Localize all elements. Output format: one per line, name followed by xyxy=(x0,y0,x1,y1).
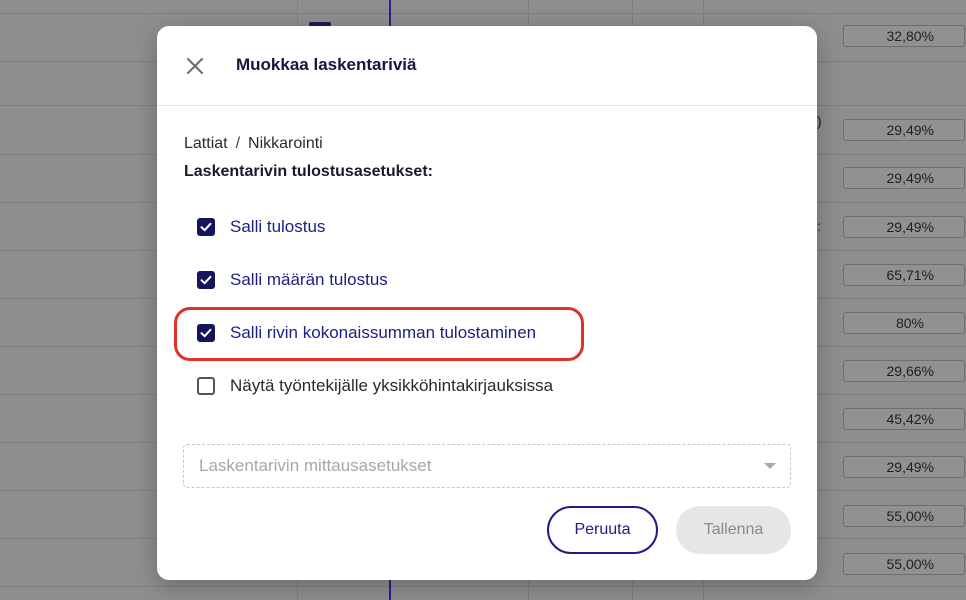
breadcrumb-item: Nikkarointi xyxy=(248,135,323,152)
close-icon xyxy=(187,58,203,74)
percent-cell[interactable]: 80% xyxy=(843,312,965,334)
allow-quantity-print-option[interactable]: Salli määrän tulostus xyxy=(197,268,388,292)
option-label: Salli tulostus xyxy=(230,217,326,236)
percent-cell[interactable]: 55,00% xyxy=(843,505,965,527)
option-label: Näytä työntekijälle yksikköhintakirjauks… xyxy=(230,376,554,395)
show-to-worker-option[interactable]: Näytä työntekijälle yksikköhintakirjauks… xyxy=(197,374,553,398)
section-label: Laskentarivin tulostusasetukset: xyxy=(184,163,433,180)
breadcrumb-separator: / xyxy=(235,135,241,152)
percent-cell[interactable]: 29,49% xyxy=(843,456,965,478)
percent-cell[interactable]: 32,80% xyxy=(843,25,965,47)
dialog-header: Muokkaa laskentariviä xyxy=(157,26,817,106)
option-label: Salli määrän tulostus xyxy=(230,270,388,289)
checkmark-icon xyxy=(200,222,212,232)
edit-row-dialog: Muokkaa laskentariviä Lattiat / Nikkaroint… xyxy=(157,26,817,580)
cell-fragment: ) xyxy=(817,113,822,129)
allow-row-total-print-option[interactable]: Salli rivin kokonaissumman tulostaminen xyxy=(197,321,536,345)
percent-cell[interactable]: 29,66% xyxy=(843,360,965,382)
breadcrumb-item: Lattiat xyxy=(184,135,228,152)
percent-cell[interactable]: 29,49% xyxy=(843,167,965,189)
dialog-title: Muokkaa laskentariviä xyxy=(236,55,417,74)
checkmark-icon xyxy=(200,275,212,285)
select-placeholder: Laskentarivin mittausasetukset xyxy=(199,456,432,475)
allow-print-option[interactable]: Salli tulostus xyxy=(197,215,325,239)
chevron-down-icon xyxy=(764,463,776,469)
percent-cell[interactable]: 29,49% xyxy=(843,216,965,238)
percent-cell[interactable]: 55,00% xyxy=(843,553,965,575)
row-line xyxy=(0,586,966,587)
checkbox-checked[interactable] xyxy=(197,324,215,342)
cell-fragment: : xyxy=(817,218,821,234)
measure-settings-select[interactable]: Laskentarivin mittausasetukset xyxy=(183,444,791,488)
cancel-button[interactable]: Peruuta xyxy=(547,506,658,554)
breadcrumb: Lattiat / Nikkarointi xyxy=(184,135,323,153)
percent-cell[interactable]: 29,49% xyxy=(843,119,965,141)
percent-cell[interactable]: 65,71% xyxy=(843,264,965,286)
checkbox-checked[interactable] xyxy=(197,271,215,289)
option-label: Salli rivin kokonaissumman tulostaminen xyxy=(230,323,537,342)
checkbox-unchecked[interactable] xyxy=(197,377,215,395)
checkmark-icon xyxy=(200,328,212,338)
row-line xyxy=(0,13,966,14)
percent-cell[interactable]: 45,42% xyxy=(843,408,965,430)
checkbox-checked[interactable] xyxy=(197,218,215,236)
save-button[interactable]: Tallenna xyxy=(676,506,791,554)
close-button[interactable] xyxy=(183,54,207,78)
